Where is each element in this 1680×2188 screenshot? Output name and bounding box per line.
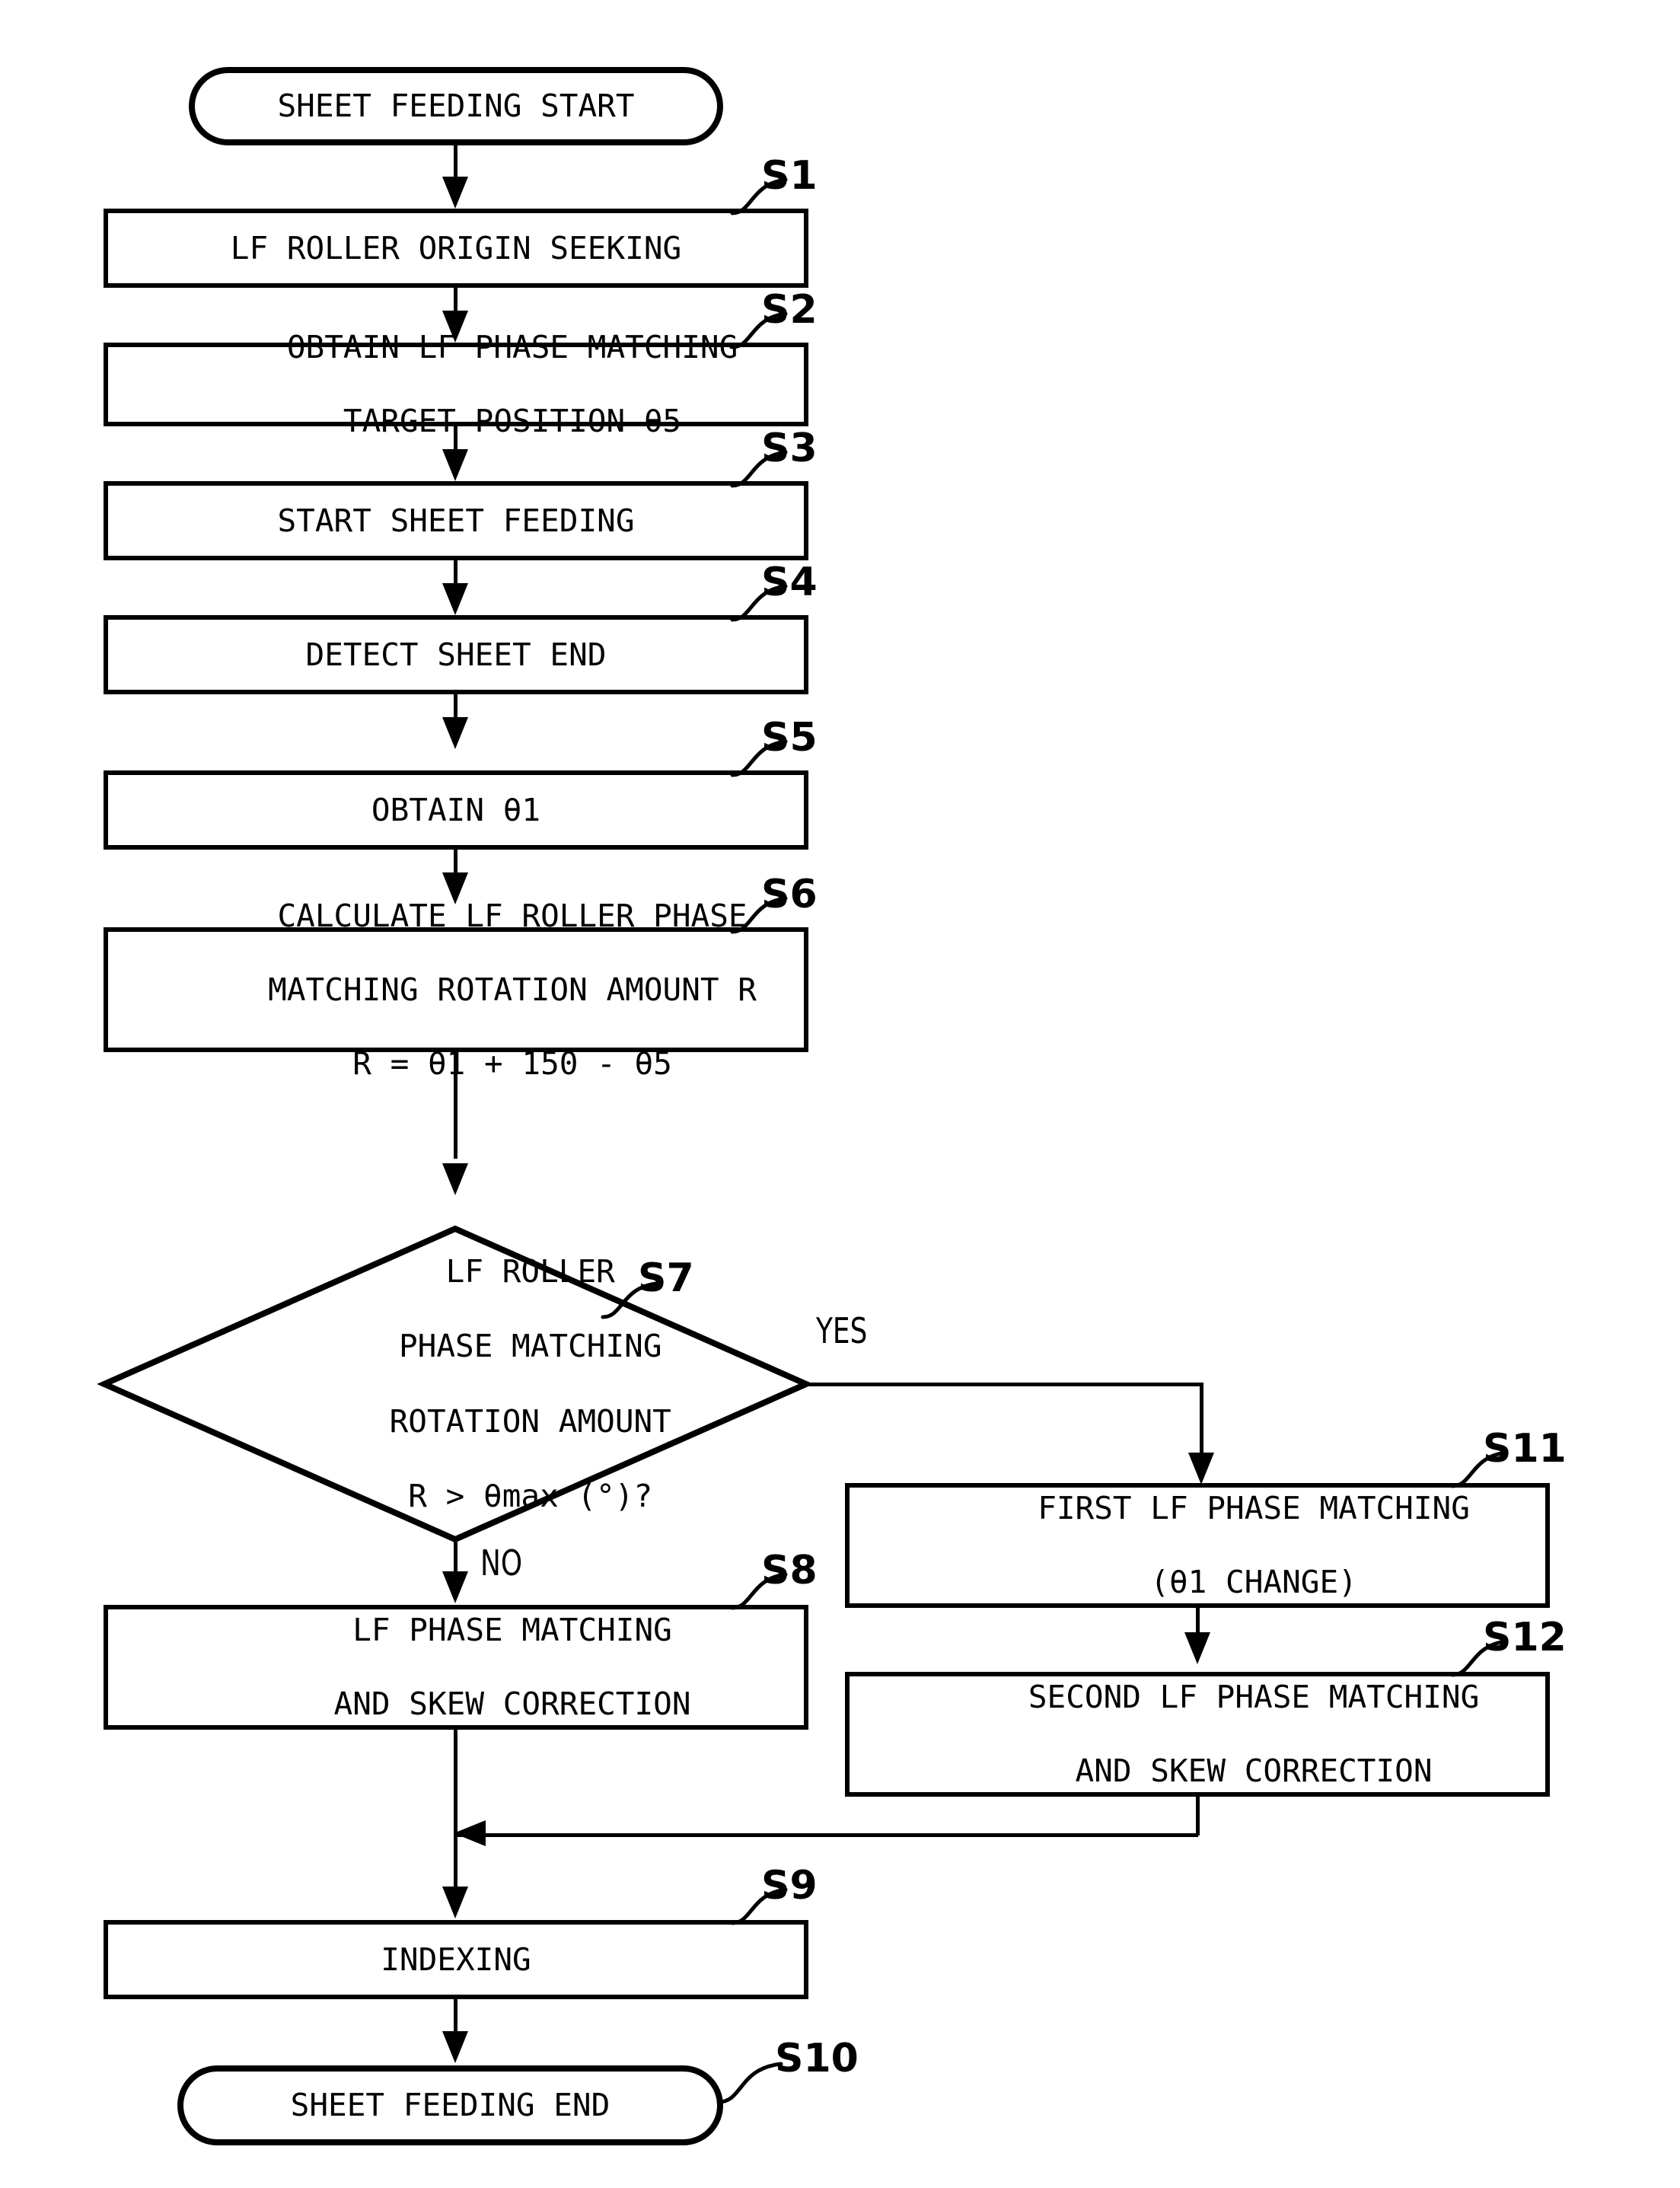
edge-s4-s5-arrow (442, 717, 468, 749)
step-label-s4: S4 (761, 560, 818, 605)
step-label-s7: S7 (638, 1255, 694, 1301)
node-s12-line2: AND SKEW CORRECTION (1075, 1753, 1433, 1790)
node-s11-line2: (θ1 CHANGE) (1150, 1564, 1357, 1601)
node-s6-line3: R = θ1 + 150 - θ5 (352, 1045, 672, 1082)
step-label-s6: S6 (761, 872, 818, 917)
step-label-s2: S2 (761, 287, 818, 333)
step-label-s10: S10 (775, 2036, 859, 2081)
node-s2-line1: OBTAIN LF PHASE MATCHING (286, 329, 738, 366)
edge-s3-s4-arrow (442, 583, 468, 615)
node-start-label: SHEET FEEDING START (277, 88, 635, 125)
edge-s12-merge-vline (1196, 1797, 1200, 1836)
edge-s12-merge-hline (454, 1833, 1198, 1837)
edge-s6-s7-line (454, 1052, 457, 1159)
edge-s9-s10-line (454, 1999, 457, 2036)
node-s8-line2: AND SKEW CORRECTION (333, 1686, 691, 1723)
node-s8: LF PHASE MATCHING AND SKEW CORRECTION (104, 1605, 808, 1730)
node-s9: INDEXING (104, 1920, 808, 1999)
step-label-s8: S8 (761, 1548, 818, 1593)
branch-label-yes: YES (816, 1310, 868, 1351)
node-s1-label: LF ROLLER ORIGIN SEEKING (230, 229, 682, 266)
edge-s9-s10-arrow (442, 2031, 468, 2063)
edge-s8-s9-line (454, 1730, 457, 1894)
node-s12-line1: SECOND LF PHASE MATCHING (1028, 1679, 1480, 1716)
edge-s6-s7-arrow (442, 1163, 468, 1195)
node-s8-line1: LF PHASE MATCHING (352, 1612, 672, 1649)
node-s12: SECOND LF PHASE MATCHING AND SKEW CORREC… (845, 1672, 1550, 1797)
edge-s8-s9-arrow (442, 1887, 468, 1918)
step-label-s9: S9 (761, 1863, 818, 1909)
node-s7: LF ROLLER PHASE MATCHING ROTATION AMOUNT… (97, 1225, 814, 1543)
node-start: SHEET FEEDING START (189, 67, 723, 145)
step-label-s5: S5 (761, 715, 818, 761)
flowchart-canvas: SHEET FEEDING START LF ROLLER ORIGIN SEE… (0, 0, 1680, 2188)
node-s10: SHEET FEEDING END (177, 2065, 723, 2145)
step-label-s12: S12 (1483, 1615, 1567, 1660)
node-s6-line1: CALCULATE LF ROLLER PHASE (277, 898, 748, 935)
node-s4: DETECT SHEET END (104, 615, 808, 694)
node-s1: LF ROLLER ORIGIN SEEKING (104, 209, 808, 288)
node-s2: OBTAIN LF PHASE MATCHING TARGET POSITION… (104, 329, 808, 439)
node-s6-line2: MATCHING ROTATION AMOUNT R (268, 971, 757, 1008)
edge-s12-merge-arrow (454, 1820, 486, 1846)
edge-s7-s11-vline (1200, 1383, 1203, 1460)
node-s9-label: INDEXING (381, 1941, 531, 1978)
edge-s2-s3-arrow (442, 449, 468, 481)
node-s3: START SHEET FEEDING (104, 481, 808, 560)
node-s5: OBTAIN θ1 (104, 770, 808, 850)
edge-start-s1-arrow (442, 177, 468, 209)
node-s10-label: SHEET FEEDING END (290, 2087, 610, 2124)
node-s11: FIRST LF PHASE MATCHING (θ1 CHANGE) (845, 1483, 1550, 1608)
node-s5-label: OBTAIN θ1 (371, 791, 541, 828)
node-s11-line1: FIRST LF PHASE MATCHING (1038, 1490, 1470, 1527)
edge-s7-s11-hline (806, 1383, 1203, 1386)
node-s3-label: START SHEET FEEDING (277, 502, 635, 539)
step-label-s3: S3 (761, 426, 818, 471)
step-label-s11: S11 (1483, 1426, 1567, 1472)
step-label-s1: S1 (761, 153, 818, 199)
node-s2-line2: TARGET POSITION θ5 (343, 403, 682, 440)
node-s4-label: DETECT SHEET END (305, 636, 607, 673)
node-s6: CALCULATE LF ROLLER PHASE MATCHING ROTAT… (104, 898, 808, 1082)
